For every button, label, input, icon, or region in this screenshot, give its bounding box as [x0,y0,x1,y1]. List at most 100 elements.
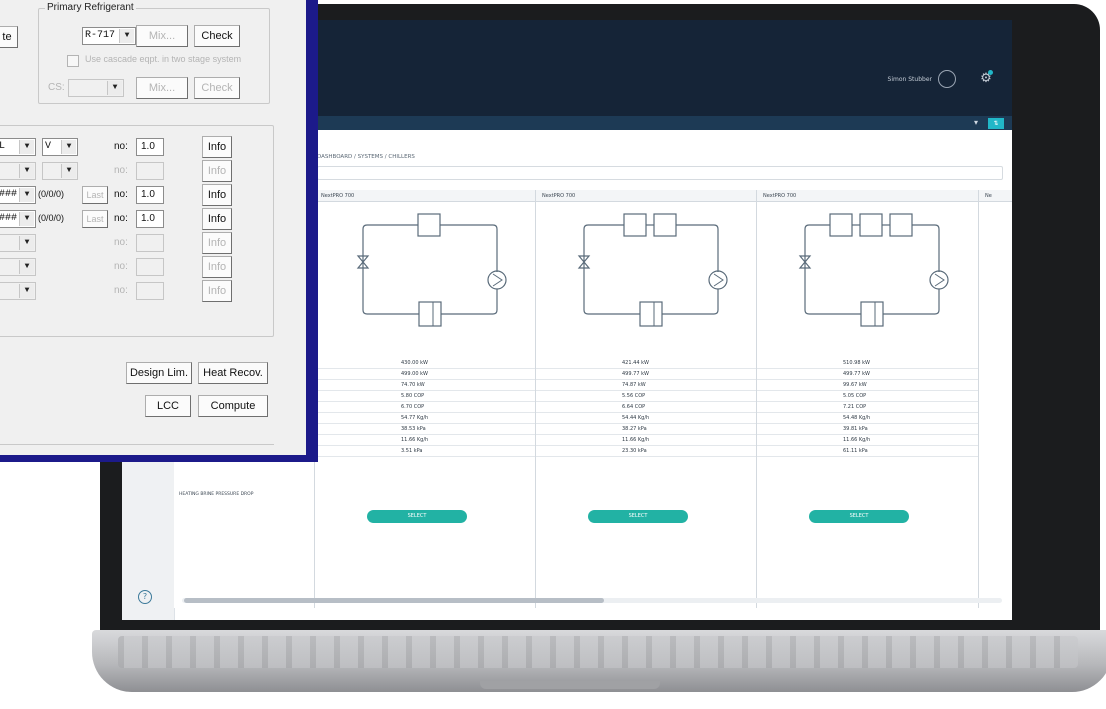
select-button[interactable]: SELECT [588,510,688,523]
design-lim-button[interactable]: Design Lim. [126,362,192,384]
chevron-down-icon: ▼ [107,81,122,95]
chevron-down-icon: ▼ [61,164,76,178]
info-button[interactable]: Info [202,184,232,206]
unit-type-value: ### [0,213,18,224]
lcc-button[interactable]: LCC [145,395,191,417]
chevron-down-icon: ▼ [19,188,34,202]
row-divider [315,379,536,380]
row-divider [536,368,757,369]
value-cell: 3.51 kPa [401,448,423,454]
row-divider [315,401,536,402]
dialog-body: te Primary Refrigerant R-717 ▼ Mix... Ch… [0,0,306,455]
no-input[interactable]: 1.0 [136,186,164,204]
cascade-checkbox[interactable] [67,55,79,67]
refrigerant-select[interactable]: R-717 ▼ [82,27,136,45]
no-input[interactable] [136,162,164,180]
value-cell: 99.67 kW [843,382,867,388]
column-header: Ne [979,190,1012,202]
unit-type-select[interactable]: ### ▼ [0,186,36,204]
info-button[interactable]: Info [202,208,232,230]
info-button[interactable]: Info [202,280,232,302]
select-button[interactable]: SELECT [367,510,467,523]
help-icon[interactable]: ? [138,590,152,604]
refrigerant-value: R-717 [85,30,116,41]
unit-type-value: L [0,141,6,152]
row-divider [757,445,978,446]
filter-bar[interactable] [317,166,1003,180]
info-button[interactable]: Info [202,232,232,254]
check-button[interactable]: Check [194,25,240,47]
laptop-trackpad-notch [480,681,660,689]
unit-coords: (0/0/0) [38,213,65,223]
row-divider [536,456,757,457]
info-button[interactable]: Info [202,136,232,158]
value-cell: 5.80 COP [401,393,425,399]
cascade-checkbox-label: Use cascade eqpt. in two stage system [85,54,242,64]
row-divider [536,379,757,380]
value-cell: 74.87 kW [622,382,646,388]
model-column: NextPRO 700 430.00 kW 499.00 kW 74.70 kW… [314,190,536,608]
compute-button[interactable]: Compute [198,395,268,417]
cs-check-button[interactable]: Check [194,77,240,99]
row-divider [315,434,536,435]
no-input[interactable] [136,234,164,252]
value-cell: 430.00 kW [401,360,428,366]
no-label: no: [114,261,128,272]
mix-button[interactable]: Mix... [136,25,188,47]
row-divider [757,401,978,402]
info-button[interactable]: Info [202,256,232,278]
unit-mode-select[interactable]: ▼ [42,162,78,180]
value-cell: 5.05 COP [843,393,867,399]
chevron-down-icon: ▼ [19,164,34,178]
value-cell: 499.77 kW [622,371,649,377]
info-button[interactable]: Info [202,160,232,182]
avatar[interactable] [938,70,956,88]
no-input[interactable]: 1.0 [136,210,164,228]
cs-mix-button[interactable]: Mix... [136,77,188,99]
column-header: NextPRO 700 [757,190,978,202]
chevron-down-icon: ▼ [19,260,34,274]
no-input[interactable] [136,258,164,276]
no-input[interactable]: 1.0 [136,138,164,156]
partial-button[interactable]: te [0,26,18,48]
unit-type-select[interactable]: ▼ [0,282,36,300]
unit-mode-select[interactable]: V ▼ [42,138,78,156]
expand-button[interactable]: ⇅ [988,118,1004,129]
no-label: no: [114,165,128,176]
unit-type-select[interactable]: L ▼ [0,138,36,156]
scrollbar-thumb[interactable] [184,598,604,603]
row-divider [536,401,757,402]
unit-type-select[interactable]: ▼ [0,258,36,276]
chevron-down-icon: ▼ [19,284,34,298]
value-cell: 499.77 kW [843,371,870,377]
no-label: no: [114,189,128,200]
row-divider [536,445,757,446]
unit-type-select[interactable]: ### ▼ [0,210,36,228]
column-header: NextPRO 700 [536,190,757,202]
no-label: no: [114,285,128,296]
select-button[interactable]: SELECT [809,510,909,523]
cs-select[interactable]: ▼ [68,79,124,97]
value-cell: 38.53 kPa [401,426,426,432]
last-button[interactable]: Last [82,186,108,204]
value-cell: 39.81 kPa [843,426,868,432]
unit-type-select[interactable]: ▼ [0,162,36,180]
last-button[interactable]: Last [82,210,108,228]
row-divider [536,390,757,391]
no-label: no: [114,141,128,152]
refrigeration-cycle-diagram [577,213,728,327]
value-cell: 6.70 COP [401,404,425,410]
chevron-down-icon[interactable]: ▾ [974,117,978,129]
unit-type-select[interactable]: ▼ [0,234,36,252]
no-input[interactable] [136,282,164,300]
heat-recov-button[interactable]: Heat Recov. [198,362,268,384]
notification-dot [988,70,993,75]
breadcrumb: DASHBOARD / SYSTEMS / CHILLERS [317,154,415,160]
row-divider [536,412,757,413]
row-divider [536,434,757,435]
value-cell: 7.21 COP [843,404,867,410]
row-divider [757,434,978,435]
equipment-group [0,125,274,337]
value-cell: 74.70 kW [401,382,425,388]
row-divider [315,445,536,446]
